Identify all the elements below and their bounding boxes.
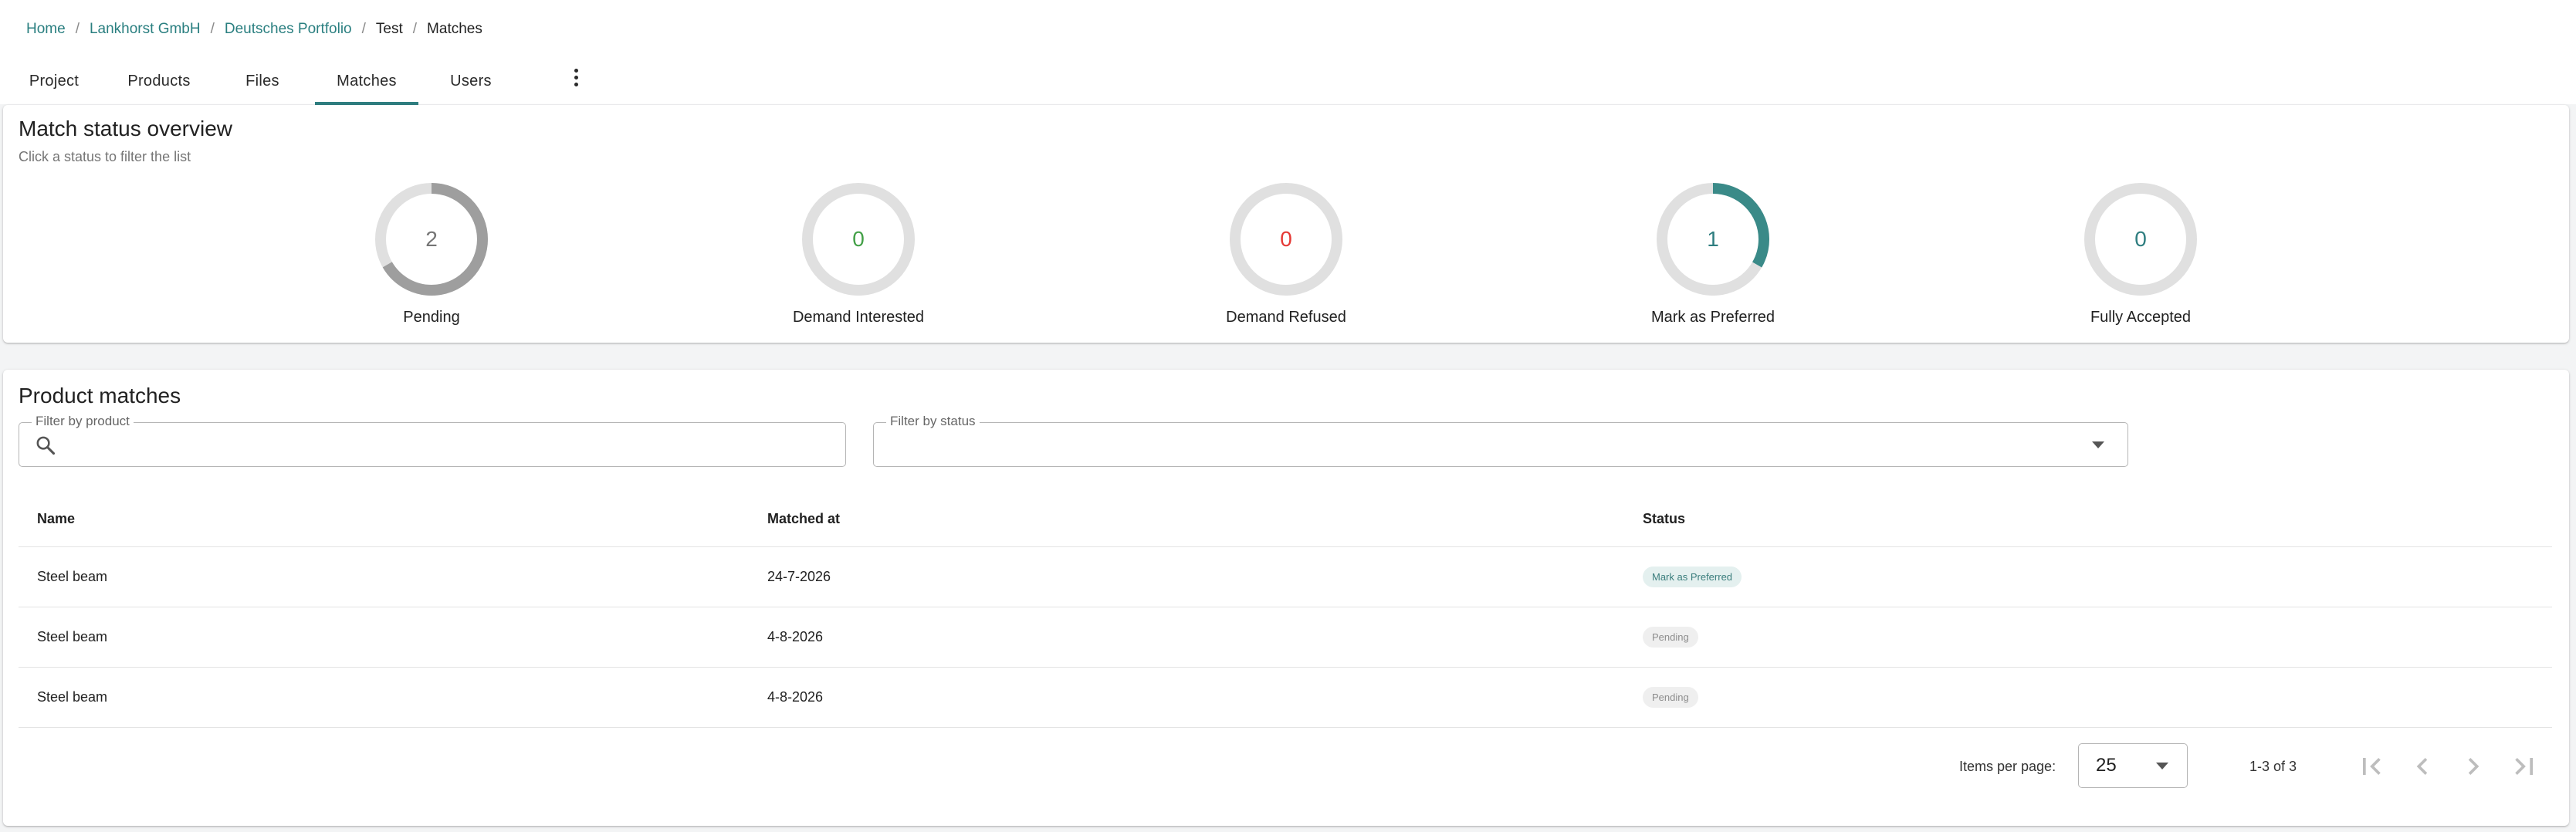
status-filter-mark-as-preferred[interactable]: 1 Mark as Preferred: [1597, 179, 1829, 326]
cell-name: Steel beam: [37, 689, 108, 705]
status-count: 2: [425, 227, 438, 251]
product-matches-title: Product matches: [19, 384, 181, 408]
table-row[interactable]: Steel beam 24-7-2026 Mark as Preferred: [19, 547, 2552, 607]
breadcrumb-portfolio[interactable]: Deutsches Portfolio: [225, 21, 352, 38]
tab-users[interactable]: Users: [418, 57, 523, 105]
status-donut: 0: [2080, 179, 2201, 299]
cell-status: Mark as Preferred: [1643, 547, 1742, 607]
first-page-button[interactable]: [2354, 749, 2388, 783]
cell-matched-at: 4-8-2026: [767, 689, 824, 705]
product-matches-table: Name Matched at Status Steel beam 24-7-2…: [19, 491, 2552, 728]
previous-page-button[interactable]: [2405, 749, 2439, 783]
chevron-down-icon: [2156, 763, 2168, 769]
page-size-value: 25: [2096, 755, 2117, 776]
table-row[interactable]: Steel beam 4-8-2026 Pending: [19, 607, 2552, 668]
status-badge: Pending: [1643, 687, 1698, 708]
chevron-down-icon: [2092, 441, 2104, 448]
breadcrumb-home[interactable]: Home: [26, 21, 66, 38]
breadcrumb-separator: /: [361, 21, 366, 37]
status-label: Demand Refused: [1226, 309, 1346, 326]
status-count: 1: [1707, 227, 1719, 251]
overview-title: Match status overview: [19, 117, 232, 140]
page-size-select[interactable]: 25: [2078, 743, 2188, 788]
tab-files[interactable]: Files: [210, 57, 315, 105]
status-donut: 1: [1653, 179, 1773, 299]
cell-name: Steel beam: [37, 569, 108, 584]
filter-by-product-label: Filter by product: [32, 414, 134, 429]
breadcrumb-project[interactable]: Test: [376, 21, 403, 38]
tab-matches[interactable]: Matches: [315, 57, 418, 105]
status-label: Pending: [403, 309, 460, 326]
breadcrumb-separator: /: [75, 21, 80, 37]
status-label: Fully Accepted: [2090, 309, 2192, 326]
overview-subtitle: Click a status to filter the list: [19, 149, 191, 164]
status-badge: Pending: [1643, 627, 1698, 648]
tab-products[interactable]: Products: [108, 57, 210, 105]
breadcrumb-separator: /: [412, 21, 418, 37]
status-label: Mark as Preferred: [1650, 309, 1775, 326]
cell-status: Pending: [1643, 607, 1698, 667]
search-icon: [36, 436, 56, 455]
tab-bar: Project Products Files Matches Users: [0, 57, 523, 105]
filter-by-status-label: Filter by status: [886, 414, 980, 429]
tab-project[interactable]: Project: [0, 57, 108, 105]
column-header-status[interactable]: Status: [1643, 491, 1685, 546]
status-count: 0: [852, 227, 865, 251]
top-area: Home / Lankhorst GmbH / Deutsches Portfo…: [0, 0, 2576, 105]
cell-name: Steel beam: [37, 629, 108, 644]
breadcrumb: Home / Lankhorst GmbH / Deutsches Portfo…: [26, 20, 482, 39]
items-per-page-label: Items per page:: [1959, 758, 2056, 774]
breadcrumb-current: Matches: [427, 21, 482, 37]
breadcrumb-separator: /: [210, 21, 215, 37]
column-header-name[interactable]: Name: [37, 491, 75, 546]
product-matches-card: Product matches Filter by product Filter…: [3, 370, 2569, 826]
page-range-label: 1-3 of 3: [2249, 758, 2297, 774]
cell-matched-at: 4-8-2026: [767, 629, 824, 644]
table-row[interactable]: Steel beam 4-8-2026 Pending: [19, 668, 2552, 728]
status-badge: Mark as Preferred: [1643, 567, 1742, 587]
status-filter-pending[interactable]: 2 Pending: [316, 179, 547, 326]
more-vertical-icon[interactable]: [565, 62, 587, 93]
previous-page-icon: [2416, 758, 2428, 775]
column-header-matched-at[interactable]: Matched at: [767, 491, 840, 546]
table-header-row: Name Matched at Status: [19, 491, 2552, 547]
status-filter-demand-refused[interactable]: 0 Demand Refused: [1170, 179, 1402, 326]
filter-by-status-select[interactable]: Filter by status: [873, 414, 2128, 467]
status-count: 0: [1280, 227, 1292, 251]
status-label: Demand Interested: [792, 309, 925, 326]
first-page-icon: [2363, 758, 2381, 775]
status-filter-demand-interested[interactable]: 0 Demand Interested: [743, 179, 974, 326]
cell-status: Pending: [1643, 668, 1698, 727]
paginator: Items per page: 25 1-3 of 3: [3, 736, 2569, 797]
breadcrumb-company[interactable]: Lankhorst GmbH: [90, 21, 201, 38]
next-page-icon: [2468, 758, 2480, 775]
last-page-icon: [2515, 758, 2533, 775]
status-filter-fully-accepted[interactable]: 0 Fully Accepted: [2025, 179, 2256, 326]
status-count: 0: [2134, 227, 2147, 251]
status-donut: 0: [1226, 179, 1346, 299]
filter-by-product-field[interactable]: Filter by product: [19, 414, 846, 467]
status-donut: 0: [798, 179, 919, 299]
last-page-button[interactable]: [2507, 749, 2541, 783]
status-donut: 2: [371, 179, 492, 299]
cell-matched-at: 24-7-2026: [767, 569, 831, 584]
next-page-button[interactable]: [2456, 749, 2490, 783]
match-status-overview-card: Match status overview Click a status to …: [3, 105, 2569, 343]
